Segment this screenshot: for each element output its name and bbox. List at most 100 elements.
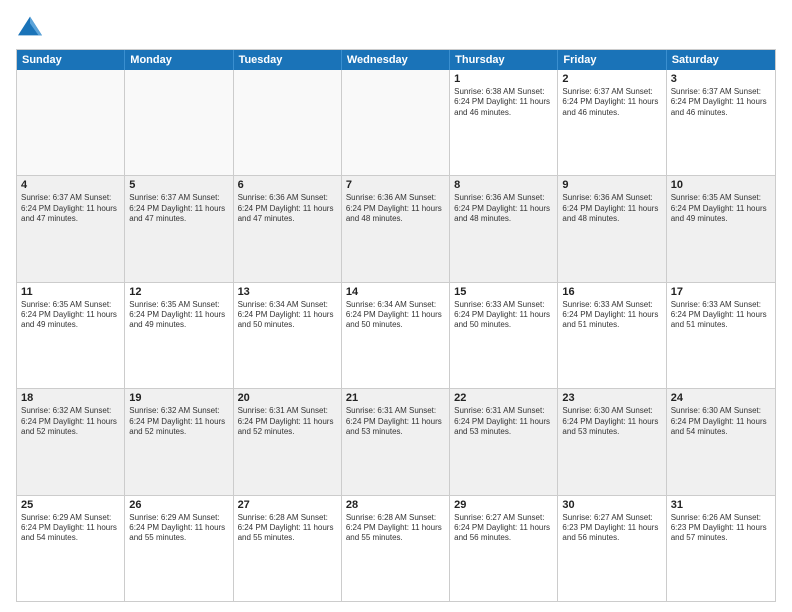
calendar-body: 1 Sunrise: 6:38 AM Sunset: 6:24 PM Daylig… — [17, 70, 775, 601]
cell-info: Sunrise: 6:29 AM Sunset: 6:24 PM Dayligh… — [129, 513, 228, 544]
header-friday: Friday — [558, 50, 666, 70]
day-number: 12 — [129, 286, 228, 298]
calendar-cell: 30 Sunrise: 6:27 AM Sunset: 6:23 PM Dayli… — [558, 496, 666, 601]
calendar-cell: 31 Sunrise: 6:26 AM Sunset: 6:23 PM Dayli… — [667, 496, 775, 601]
calendar-cell: 26 Sunrise: 6:29 AM Sunset: 6:24 PM Dayli… — [125, 496, 233, 601]
calendar-cell: 22Sunrise: 6:31 AM Sunset: 6:24 PM Dayli… — [450, 389, 558, 494]
day-number: 2 — [562, 73, 661, 85]
cell-info: Sunrise: 6:29 AM Sunset: 6:24 PM Dayligh… — [21, 513, 120, 544]
day-number: 31 — [671, 499, 771, 511]
cell-info: Sunrise: 6:28 AM Sunset: 6:24 PM Dayligh… — [238, 513, 337, 544]
calendar-cell: 8Sunrise: 6:36 AM Sunset: 6:24 PM Daylig… — [450, 176, 558, 281]
cell-info: Sunrise: 6:36 AM Sunset: 6:24 PM Dayligh… — [346, 193, 445, 224]
header-wednesday: Wednesday — [342, 50, 450, 70]
calendar-cell: 12Sunrise: 6:35 AM Sunset: 6:24 PM Dayli… — [125, 283, 233, 388]
calendar-cell: 14 Sunrise: 6:34 AM Sunset: 6:24 PM Dayli… — [342, 283, 450, 388]
cell-info: Sunrise: 6:27 AM Sunset: 6:23 PM Dayligh… — [562, 513, 661, 544]
calendar-cell: 5 Sunrise: 6:37 AM Sunset: 6:24 PM Daylig… — [125, 176, 233, 281]
day-number: 22 — [454, 392, 553, 404]
calendar-cell: 13 Sunrise: 6:34 AM Sunset: 6:24 PM Dayli… — [234, 283, 342, 388]
day-number: 25 — [21, 499, 120, 511]
header-tuesday: Tuesday — [234, 50, 342, 70]
day-number: 4 — [21, 179, 120, 191]
calendar-cell: 27Sunrise: 6:28 AM Sunset: 6:24 PM Dayli… — [234, 496, 342, 601]
calendar-cell: 17 Sunrise: 6:33 AM Sunset: 6:24 PM Dayli… — [667, 283, 775, 388]
calendar-row: 4 Sunrise: 6:37 AM Sunset: 6:24 PM Daylig… — [17, 176, 775, 282]
calendar-cell: 2 Sunrise: 6:37 AM Sunset: 6:24 PM Daylig… — [558, 70, 666, 175]
day-number: 26 — [129, 499, 228, 511]
cell-info: Sunrise: 6:36 AM Sunset: 6:24 PM Dayligh… — [454, 193, 553, 224]
calendar-cell — [342, 70, 450, 175]
day-number: 21 — [346, 392, 445, 404]
cell-info: Sunrise: 6:34 AM Sunset: 6:24 PM Dayligh… — [238, 300, 337, 331]
calendar-row: 11 Sunrise: 6:35 AM Sunset: 6:24 PM Dayli… — [17, 283, 775, 389]
cell-info: Sunrise: 6:32 AM Sunset: 6:24 PM Dayligh… — [129, 406, 228, 437]
calendar-cell: 18Sunrise: 6:32 AM Sunset: 6:24 PM Dayli… — [17, 389, 125, 494]
day-number: 14 — [346, 286, 445, 298]
calendar-cell: 25 Sunrise: 6:29 AM Sunset: 6:24 PM Dayli… — [17, 496, 125, 601]
day-number: 5 — [129, 179, 228, 191]
calendar-cell: 23 Sunrise: 6:30 AM Sunset: 6:24 PM Dayli… — [558, 389, 666, 494]
cell-info: Sunrise: 6:31 AM Sunset: 6:24 PM Dayligh… — [238, 406, 337, 437]
cell-info: Sunrise: 6:33 AM Sunset: 6:24 PM Dayligh… — [454, 300, 553, 331]
cell-info: Sunrise: 6:28 AM Sunset: 6:24 PM Dayligh… — [346, 513, 445, 544]
cell-info: Sunrise: 6:36 AM Sunset: 6:24 PM Dayligh… — [562, 193, 661, 224]
header-saturday: Saturday — [667, 50, 775, 70]
calendar: Sunday Monday Tuesday Wednesday Thursday… — [16, 49, 776, 602]
logo-text — [16, 16, 42, 41]
calendar-cell: 11 Sunrise: 6:35 AM Sunset: 6:24 PM Dayli… — [17, 283, 125, 388]
cell-info: Sunrise: 6:37 AM Sunset: 6:24 PM Dayligh… — [129, 193, 228, 224]
cell-info: Sunrise: 6:36 AM Sunset: 6:24 PM Dayligh… — [238, 193, 337, 224]
day-number: 10 — [671, 179, 771, 191]
calendar-row: 1 Sunrise: 6:38 AM Sunset: 6:24 PM Daylig… — [17, 70, 775, 176]
cell-info: Sunrise: 6:26 AM Sunset: 6:23 PM Dayligh… — [671, 513, 771, 544]
calendar-row: 18 Sunrise: 6:32 AM Sunset: 6:24 PM Dayli… — [17, 389, 775, 495]
calendar-cell: 21 Sunrise: 6:31 AM Sunset: 6:24 PM Dayli… — [342, 389, 450, 494]
day-number: 15 — [454, 286, 553, 298]
day-number: 23 — [562, 392, 661, 404]
day-number: 3 — [671, 73, 771, 85]
header-monday: Monday — [125, 50, 233, 70]
calendar-cell: 10 Sunrise: 6:35 AM Sunset: 6:24 PM Dayli… — [667, 176, 775, 281]
cell-info: Sunrise: 6:34 AM Sunset: 6:24 PM Dayligh… — [346, 300, 445, 331]
page: Sunday Monday Tuesday Wednesday Thursday… — [0, 0, 792, 612]
day-number: 30 — [562, 499, 661, 511]
calendar-cell: 4 Sunrise: 6:37 AM Sunset: 6:24 PM Daylig… — [17, 176, 125, 281]
day-number: 6 — [238, 179, 337, 191]
cell-info: Sunrise: 6:38 AM Sunset: 6:24 PM Dayligh… — [454, 87, 553, 118]
cell-info: Sunrise: 6:35 AM Sunset: 6:24 PM Dayligh… — [671, 193, 771, 224]
day-number: 16 — [562, 286, 661, 298]
day-number: 11 — [21, 286, 120, 298]
calendar-cell — [125, 70, 233, 175]
cell-info: Sunrise: 6:30 AM Sunset: 6:24 PM Dayligh… — [671, 406, 771, 437]
logo — [16, 16, 42, 41]
day-number: 17 — [671, 286, 771, 298]
calendar-cell — [17, 70, 125, 175]
calendar-cell: 19 Sunrise: 6:32 AM Sunset: 6:24 PM Dayli… — [125, 389, 233, 494]
cell-info: Sunrise: 6:37 AM Sunset: 6:24 PM Dayligh… — [21, 193, 120, 224]
calendar-cell: 28 Sunrise: 6:28 AM Sunset: 6:24 PM Dayli… — [342, 496, 450, 601]
day-number: 9 — [562, 179, 661, 191]
day-number: 28 — [346, 499, 445, 511]
cell-info: Sunrise: 6:33 AM Sunset: 6:24 PM Dayligh… — [671, 300, 771, 331]
calendar-cell — [234, 70, 342, 175]
cell-info: Sunrise: 6:37 AM Sunset: 6:24 PM Dayligh… — [562, 87, 661, 118]
day-number: 7 — [346, 179, 445, 191]
calendar-cell: 7 Sunrise: 6:36 AM Sunset: 6:24 PM Daylig… — [342, 176, 450, 281]
day-number: 1 — [454, 73, 553, 85]
calendar-row: 25 Sunrise: 6:29 AM Sunset: 6:24 PM Dayli… — [17, 496, 775, 601]
calendar-cell: 9 Sunrise: 6:36 AM Sunset: 6:24 PM Daylig… — [558, 176, 666, 281]
day-number: 19 — [129, 392, 228, 404]
day-number: 13 — [238, 286, 337, 298]
cell-info: Sunrise: 6:35 AM Sunset: 6:24 PM Dayligh… — [21, 300, 120, 331]
day-number: 18 — [21, 392, 120, 404]
day-number: 20 — [238, 392, 337, 404]
calendar-cell: 6 Sunrise: 6:36 AM Sunset: 6:24 PM Daylig… — [234, 176, 342, 281]
calendar-cell: 1 Sunrise: 6:38 AM Sunset: 6:24 PM Daylig… — [450, 70, 558, 175]
cell-info: Sunrise: 6:31 AM Sunset: 6:24 PM Dayligh… — [346, 406, 445, 437]
day-number: 24 — [671, 392, 771, 404]
cell-info: Sunrise: 6:37 AM Sunset: 6:24 PM Dayligh… — [671, 87, 771, 118]
cell-info: Sunrise: 6:30 AM Sunset: 6:24 PM Dayligh… — [562, 406, 661, 437]
cell-info: Sunrise: 6:27 AM Sunset: 6:24 PM Dayligh… — [454, 513, 553, 544]
cell-info: Sunrise: 6:33 AM Sunset: 6:24 PM Dayligh… — [562, 300, 661, 331]
